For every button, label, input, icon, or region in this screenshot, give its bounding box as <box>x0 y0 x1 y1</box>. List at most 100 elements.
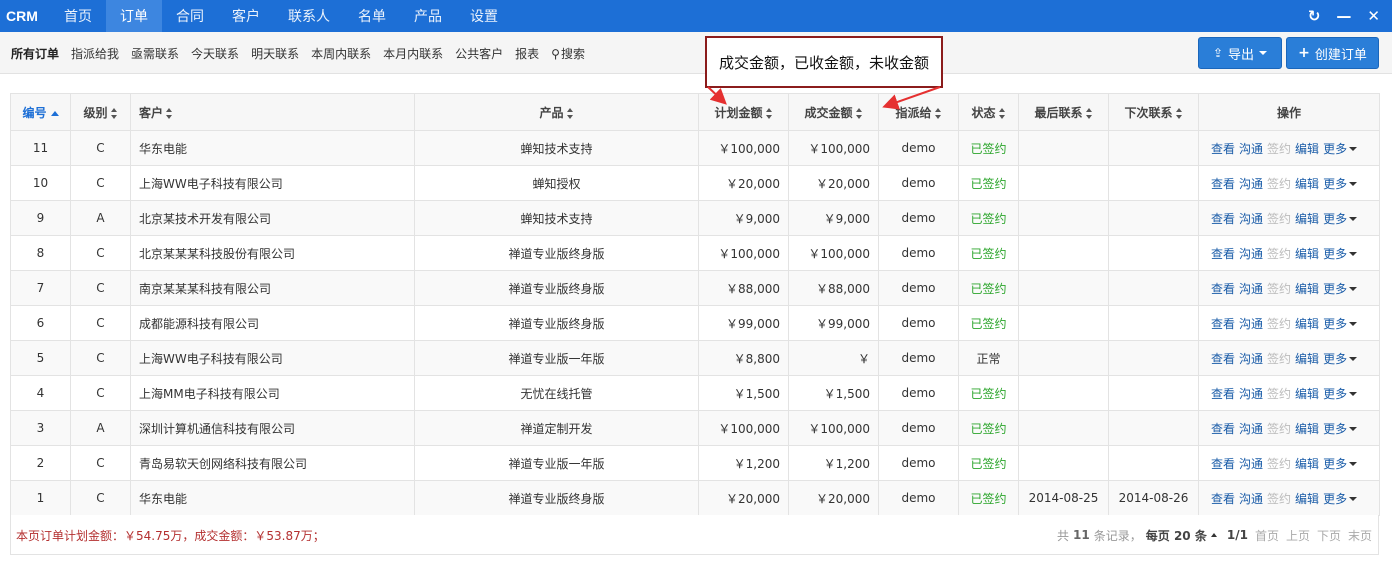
close-icon[interactable]: ✕ <box>1367 7 1380 25</box>
communicate-link[interactable]: 沟通 <box>1239 282 1263 296</box>
pager-next[interactable]: 下页 <box>1317 527 1341 544</box>
edit-link[interactable]: 编辑 <box>1295 142 1319 156</box>
col-header-deal-amount[interactable]: 成交金额 <box>788 93 879 131</box>
communicate-link[interactable]: 沟通 <box>1239 352 1263 366</box>
edit-link[interactable]: 编辑 <box>1295 457 1319 471</box>
order-customer[interactable]: 上海WW电子科技有限公司 <box>130 165 415 201</box>
col-header-level[interactable]: 级别 <box>70 93 131 131</box>
filter-contact-today[interactable]: 今天联系 <box>191 45 239 62</box>
sign-link[interactable]: 签约 <box>1267 352 1291 366</box>
nav-item-orders[interactable]: 订单 <box>106 0 162 32</box>
order-customer[interactable]: 华东电能 <box>130 130 415 166</box>
communicate-link[interactable]: 沟通 <box>1239 387 1263 401</box>
more-menu[interactable]: 更多 <box>1323 387 1358 401</box>
pager-first[interactable]: 首页 <box>1255 527 1279 544</box>
view-link[interactable]: 查看 <box>1211 352 1235 366</box>
filter-urgent-contact[interactable]: 亟需联系 <box>131 45 179 62</box>
view-link[interactable]: 查看 <box>1211 457 1235 471</box>
nav-item-home[interactable]: 首页 <box>50 0 106 32</box>
sign-link[interactable]: 签约 <box>1267 422 1291 436</box>
filter-contact-this-month[interactable]: 本月内联系 <box>383 45 443 62</box>
more-menu[interactable]: 更多 <box>1323 317 1358 331</box>
col-header-next-contact[interactable]: 下次联系 <box>1108 93 1199 131</box>
more-menu[interactable]: 更多 <box>1323 247 1358 261</box>
more-menu[interactable]: 更多 <box>1323 422 1358 436</box>
sign-link[interactable]: 签约 <box>1267 247 1291 261</box>
nav-item-settings[interactable]: 设置 <box>456 0 512 32</box>
brand-logo[interactable]: CRM <box>0 0 50 32</box>
communicate-link[interactable]: 沟通 <box>1239 457 1263 471</box>
order-customer[interactable]: 上海WW电子科技有限公司 <box>130 340 415 376</box>
order-customer[interactable]: 青岛易软天创网络科技有限公司 <box>130 445 415 481</box>
nav-item-customers[interactable]: 客户 <box>218 0 274 32</box>
order-customer[interactable]: 华东电能 <box>130 480 415 516</box>
view-link[interactable]: 查看 <box>1211 212 1235 226</box>
edit-link[interactable]: 编辑 <box>1295 247 1319 261</box>
communicate-link[interactable]: 沟通 <box>1239 142 1263 156</box>
create-order-button[interactable]: + 创建订单 <box>1286 37 1379 69</box>
communicate-link[interactable]: 沟通 <box>1239 177 1263 191</box>
sign-link[interactable]: 签约 <box>1267 317 1291 331</box>
more-menu[interactable]: 更多 <box>1323 212 1358 226</box>
sign-link[interactable]: 签约 <box>1267 387 1291 401</box>
col-header-status[interactable]: 状态 <box>958 93 1019 131</box>
communicate-link[interactable]: 沟通 <box>1239 212 1263 226</box>
edit-link[interactable]: 编辑 <box>1295 387 1319 401</box>
col-header-assigned-to[interactable]: 指派给 <box>878 93 959 131</box>
more-menu[interactable]: 更多 <box>1323 177 1358 191</box>
col-header-customer[interactable]: 客户 <box>130 93 415 131</box>
edit-link[interactable]: 编辑 <box>1295 212 1319 226</box>
view-link[interactable]: 查看 <box>1211 247 1235 261</box>
order-customer[interactable]: 南京某某某科技有限公司 <box>130 270 415 306</box>
col-header-product[interactable]: 产品 <box>414 93 699 131</box>
filter-public-customers[interactable]: 公共客户 <box>455 45 503 62</box>
edit-link[interactable]: 编辑 <box>1295 492 1319 506</box>
per-page-selector[interactable]: 每页 20 条 <box>1146 527 1207 544</box>
sign-link[interactable]: 签约 <box>1267 177 1291 191</box>
communicate-link[interactable]: 沟通 <box>1239 422 1263 436</box>
more-menu[interactable]: 更多 <box>1323 457 1358 471</box>
order-customer[interactable]: 北京某某某科技股份有限公司 <box>130 235 415 271</box>
view-link[interactable]: 查看 <box>1211 177 1235 191</box>
sign-link[interactable]: 签约 <box>1267 492 1291 506</box>
caret-up-icon[interactable] <box>1210 533 1217 537</box>
order-customer[interactable]: 上海MM电子科技有限公司 <box>130 375 415 411</box>
order-customer[interactable]: 成都能源科技有限公司 <box>130 305 415 341</box>
minimize-icon[interactable]: — <box>1336 7 1351 25</box>
nav-item-leads[interactable]: 名单 <box>344 0 400 32</box>
edit-link[interactable]: 编辑 <box>1295 317 1319 331</box>
view-link[interactable]: 查看 <box>1211 282 1235 296</box>
edit-link[interactable]: 编辑 <box>1295 177 1319 191</box>
pager-last[interactable]: 末页 <box>1348 527 1372 544</box>
view-link[interactable]: 查看 <box>1211 317 1235 331</box>
sign-link[interactable]: 签约 <box>1267 212 1291 226</box>
view-link[interactable]: 查看 <box>1211 142 1235 156</box>
nav-item-products[interactable]: 产品 <box>400 0 456 32</box>
filter-assigned-to-me[interactable]: 指派给我 <box>71 45 119 62</box>
filter-all-orders[interactable]: 所有订单 <box>11 45 59 62</box>
view-link[interactable]: 查看 <box>1211 422 1235 436</box>
export-button[interactable]: ⇪ 导出 <box>1198 37 1282 69</box>
edit-link[interactable]: 编辑 <box>1295 282 1319 296</box>
view-link[interactable]: 查看 <box>1211 387 1235 401</box>
communicate-link[interactable]: 沟通 <box>1239 247 1263 261</box>
col-header-id[interactable]: 编号 <box>10 93 71 131</box>
edit-link[interactable]: 编辑 <box>1295 422 1319 436</box>
edit-link[interactable]: 编辑 <box>1295 352 1319 366</box>
communicate-link[interactable]: 沟通 <box>1239 492 1263 506</box>
nav-item-contacts[interactable]: 联系人 <box>274 0 344 32</box>
sign-link[interactable]: 签约 <box>1267 457 1291 471</box>
communicate-link[interactable]: 沟通 <box>1239 317 1263 331</box>
filter-contact-tomorrow[interactable]: 明天联系 <box>251 45 299 62</box>
view-link[interactable]: 查看 <box>1211 492 1235 506</box>
pager-prev[interactable]: 上页 <box>1286 527 1310 544</box>
refresh-icon[interactable]: ↻ <box>1308 7 1321 25</box>
sign-link[interactable]: 签约 <box>1267 282 1291 296</box>
col-header-last-contact[interactable]: 最后联系 <box>1018 93 1109 131</box>
more-menu[interactable]: 更多 <box>1323 352 1358 366</box>
col-header-plan-amount[interactable]: 计划金额 <box>698 93 789 131</box>
nav-item-contracts[interactable]: 合同 <box>162 0 218 32</box>
order-customer[interactable]: 北京某技术开发有限公司 <box>130 200 415 236</box>
more-menu[interactable]: 更多 <box>1323 492 1358 506</box>
filter-contact-this-week[interactable]: 本周内联系 <box>311 45 371 62</box>
